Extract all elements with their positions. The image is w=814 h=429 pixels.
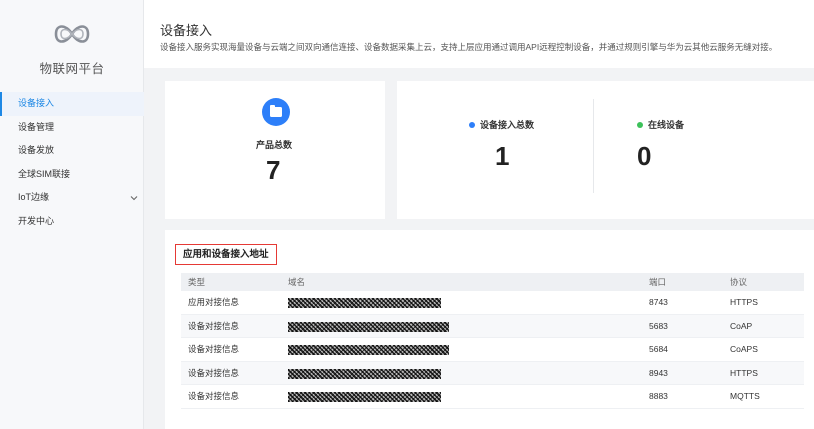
sidebar-item-device-provisioning[interactable]: 设备发放 — [0, 139, 144, 163]
sidebar-item-label: 设备管理 — [18, 121, 55, 132]
sidebar-item-iot-edge[interactable]: IoT边缘 — [0, 186, 144, 210]
device-total-value: 1 — [495, 141, 510, 171]
address-table: 类型 域名 端口 协议 应用对接信息 8743 HTTPS 设备对接信息 568… — [181, 273, 804, 409]
row-type: 设备对接信息 — [188, 367, 240, 378]
row-protocol: HTTPS — [730, 297, 758, 307]
logo-icon — [54, 25, 90, 43]
product-count-label: 产品总数 — [256, 140, 293, 150]
sidebar-item-label: 全球SIM联接 — [18, 168, 71, 179]
table-row: 设备对接信息 5683 CoAP — [181, 314, 804, 338]
column-header-type: 类型 — [188, 277, 206, 287]
page-description: 设备接入服务实现海量设备与云端之间双向通信连接、设备数据采集上云，支持上层应用通… — [160, 42, 778, 52]
access-address-panel: 应用和设备接入地址 类型 域名 端口 协议 应用对接信息 8743 HTTPS … — [165, 230, 814, 429]
table-row: 设备对接信息 8883 MQTTS — [181, 385, 804, 409]
redacted-domain — [288, 345, 449, 355]
redacted-domain — [288, 321, 449, 332]
sidebar-item-label: 设备接入 — [18, 98, 55, 108]
redacted-domain — [288, 392, 441, 402]
table-header: 类型 域名 端口 协议 — [181, 273, 804, 291]
device-online-label-text: 在线设备 — [648, 120, 685, 130]
panel-title: 应用和设备接入地址 — [175, 244, 277, 265]
row-protocol: CoAPS — [730, 344, 758, 354]
sidebar-nav: 设备接入 设备管理 设备发放 全球SIM联接 IoT边缘 开发中心 — [0, 92, 144, 233]
sidebar-item-global-sim[interactable]: 全球SIM联接 — [0, 163, 144, 187]
divider — [593, 99, 594, 193]
table-row: 设备对接信息 8943 HTTPS — [181, 361, 804, 385]
device-stats-card: 设备接入总数 1 在线设备 0 — [397, 81, 814, 219]
sidebar-item-device-management[interactable]: 设备管理 — [0, 116, 144, 140]
product-count-card: 产品总数 7 — [165, 81, 385, 219]
redacted-domain — [288, 368, 441, 379]
chevron-down-icon — [130, 196, 138, 201]
row-type: 设备对接信息 — [188, 391, 240, 401]
row-port: 5684 — [649, 344, 668, 354]
sidebar: 物联网平台 设备接入 设备管理 设备发放 全球SIM联接 IoT边缘 开发中心 — [0, 0, 144, 429]
sidebar-item-device-access[interactable]: 设备接入 — [0, 92, 144, 116]
redacted-domain — [288, 298, 441, 308]
row-protocol: CoAP — [730, 320, 753, 331]
row-protocol: MQTTS — [730, 391, 760, 401]
row-protocol: HTTPS — [730, 367, 758, 378]
page-header: 设备接入 设备接入服务实现海量设备与云端之间双向通信连接、设备数据采集上云，支持… — [144, 0, 814, 68]
green-dot-icon — [637, 122, 643, 128]
row-type: 设备对接信息 — [188, 320, 240, 331]
blue-dot-icon — [469, 122, 475, 128]
product-count-value: 7 — [266, 155, 281, 185]
table-row: 设备对接信息 5684 CoAPS — [181, 338, 804, 362]
sidebar-item-label: 开发中心 — [18, 215, 55, 226]
sidebar-item-label: 设备发放 — [18, 145, 55, 155]
table-row: 应用对接信息 8743 HTTPS — [181, 291, 804, 315]
row-port: 8743 — [649, 297, 668, 307]
page-title: 设备接入 — [160, 23, 213, 38]
product-folder-icon — [262, 98, 290, 126]
row-port: 5683 — [649, 320, 668, 331]
row-port: 8943 — [649, 367, 668, 378]
row-port: 8883 — [649, 391, 668, 401]
column-header-protocol: 协议 — [730, 277, 748, 287]
sidebar-item-label: IoT边缘 — [18, 192, 50, 202]
row-type: 设备对接信息 — [188, 344, 240, 354]
brand-name: 物联网平台 — [39, 62, 105, 76]
row-type: 应用对接信息 — [188, 297, 240, 307]
device-total-label: 设备接入总数 — [469, 118, 534, 131]
sidebar-item-dev-center[interactable]: 开发中心 — [0, 210, 144, 234]
column-header-port: 端口 — [649, 277, 667, 287]
device-total-label-text: 设备接入总数 — [480, 120, 535, 130]
device-online-label: 在线设备 — [637, 118, 684, 131]
device-online-value: 0 — [637, 141, 652, 171]
column-header-domain: 域名 — [288, 277, 306, 287]
